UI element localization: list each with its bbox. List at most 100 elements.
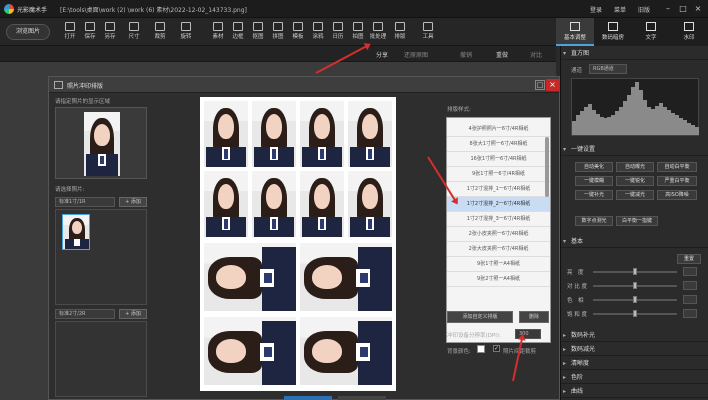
channel-select[interactable]: RGB通道 bbox=[589, 64, 627, 74]
right-tab-bar: 基本调整 数码暗房 文字 水印 bbox=[556, 18, 708, 46]
tool-batch[interactable]: 批处理 bbox=[366, 20, 390, 44]
layout-item[interactable]: 1寸2寸混排_1一6寸/4R相纸 bbox=[447, 182, 550, 197]
slider-value-input[interactable] bbox=[683, 309, 697, 318]
close-icon[interactable]: × bbox=[692, 3, 704, 14]
two-inch-photo bbox=[300, 243, 392, 311]
reduce-light-button[interactable]: 一键减光 bbox=[616, 190, 654, 200]
spot-metering-button[interactable]: 数字点测光 bbox=[575, 216, 613, 226]
tab-text[interactable]: 文字 bbox=[632, 18, 670, 46]
dialog-cancel-button[interactable] bbox=[338, 396, 386, 400]
auto-beautify-button[interactable]: 自动美化 bbox=[575, 162, 613, 172]
thumbnail[interactable] bbox=[62, 214, 90, 250]
print-sheet-preview bbox=[200, 97, 396, 391]
file-path: [E:\tools\桌面\work (2) \work (6) 素材\2022-… bbox=[60, 7, 247, 14]
tool-layout[interactable]: 排版 bbox=[388, 20, 412, 44]
layout-item[interactable]: 9张1寸照一6寸/4R相纸 bbox=[447, 167, 550, 182]
slider-value-input[interactable] bbox=[683, 295, 697, 304]
channel-label: 通道 bbox=[571, 68, 583, 74]
delete-layout-button[interactable]: 删除 bbox=[519, 311, 549, 323]
menu-button[interactable]: 菜单 bbox=[614, 5, 626, 14]
layout-style-list: 4张护照照片一6寸/4R相纸 8张大1寸照一6寸/4R相纸 16张1寸照一6寸/4R… bbox=[446, 117, 551, 343]
slider-value-input[interactable] bbox=[683, 267, 697, 276]
old-version-button[interactable]: 旧版 bbox=[638, 5, 650, 14]
adjust-panel: ▾ 直方图 通道 RGB通道 ▾ 一键设置 自动美化 自动曝光 自动白平衡 一键模糊… bbox=[560, 46, 708, 400]
collapsed-section[interactable]: ▸ 清晰度 bbox=[561, 358, 708, 370]
collapsed-section[interactable]: ▸ 数码补光 bbox=[561, 330, 708, 342]
add-custom-layout-button[interactable]: 添加自定义排版 bbox=[447, 311, 513, 323]
tool-tools[interactable]: 工具 bbox=[416, 20, 440, 44]
layout-item[interactable]: 8张大1寸照一6寸/4R相纸 bbox=[447, 137, 550, 152]
size-2-select[interactable]: 标准2寸/2R bbox=[55, 309, 115, 319]
login-button[interactable]: 登录 bbox=[590, 5, 602, 14]
list-scrollbar[interactable] bbox=[545, 137, 549, 197]
tool-rotate[interactable]: 旋转 bbox=[174, 20, 198, 44]
app-title: 光影魔术手 bbox=[17, 7, 48, 14]
tool-size[interactable]: 尺寸 bbox=[122, 20, 146, 44]
dialog-ok-button[interactable] bbox=[284, 396, 332, 400]
layout-item[interactable]: 9张1寸照一A4相纸 bbox=[447, 257, 550, 272]
oneclick-section[interactable]: ▾ 一键设置 bbox=[561, 144, 708, 156]
histogram-bar bbox=[694, 127, 699, 135]
tab-basic-adjust[interactable]: 基本调整 bbox=[556, 18, 594, 46]
layout-item[interactable]: 2张大皮夹照一6寸/4R相纸 bbox=[447, 242, 550, 257]
one-inch-photo bbox=[204, 171, 248, 237]
share-button[interactable]: 分享 bbox=[376, 50, 388, 59]
histogram-chart bbox=[571, 78, 699, 136]
material-icon bbox=[213, 22, 223, 31]
slider-knob[interactable] bbox=[633, 310, 637, 317]
dialog-minimize-icon[interactable]: □ bbox=[535, 80, 545, 90]
layout-icon bbox=[395, 22, 405, 31]
tab-digital-darkroom[interactable]: 数码暗房 bbox=[594, 18, 632, 46]
undo-button[interactable]: 撤销 bbox=[460, 50, 472, 59]
maximize-icon[interactable]: □ bbox=[677, 3, 689, 14]
browse-images-button[interactable]: 浏览图片 bbox=[6, 24, 50, 40]
tool-save-as[interactable]: 另存 bbox=[98, 20, 122, 44]
layout-item[interactable]: 2张小皮夹照一6寸/4R相纸 bbox=[447, 227, 550, 242]
layout-style-label: 排版样式: bbox=[447, 107, 471, 113]
collapsed-section[interactable]: ▸ 色阶 bbox=[561, 372, 708, 384]
restore-button[interactable]: 还原原图 bbox=[404, 50, 428, 59]
basic-section[interactable]: ▾ 基本 bbox=[561, 236, 708, 248]
reset-button[interactable]: 重置 bbox=[677, 254, 701, 264]
crop-preview[interactable] bbox=[55, 107, 147, 179]
compare-button[interactable]: 对比 bbox=[530, 50, 542, 59]
chevron-right-icon: ▸ bbox=[563, 374, 567, 381]
layout-item[interactable]: 16张1寸照一6寸/4R相纸 bbox=[447, 152, 550, 167]
cut-checkbox[interactable]: ✓ bbox=[493, 345, 500, 352]
dialog-title: 照片冲印排版 bbox=[67, 83, 104, 90]
auto-white-balance-button[interactable]: 自动白平衡 bbox=[657, 162, 697, 172]
one-sharpen-button[interactable]: 一键锐化 bbox=[616, 176, 654, 186]
app-logo-icon bbox=[4, 4, 14, 14]
minimize-icon[interactable]: – bbox=[662, 3, 674, 14]
iso-denoise-button[interactable]: 高ISO降噪 bbox=[657, 190, 697, 200]
add-2-button[interactable]: + 添加 bbox=[119, 309, 147, 319]
add-1-button[interactable]: + 添加 bbox=[119, 197, 147, 207]
slider-knob[interactable] bbox=[633, 268, 637, 275]
collapsed-section[interactable]: ▸ 数码减光 bbox=[561, 344, 708, 356]
tool-crop[interactable]: 裁剪 bbox=[148, 20, 172, 44]
redo-button[interactable]: 重做 bbox=[496, 50, 508, 59]
size-1-select[interactable]: 标准1寸/1R bbox=[55, 197, 115, 207]
chevron-down-icon: ▾ bbox=[563, 50, 567, 57]
fill-light-button[interactable]: 一键补光 bbox=[575, 190, 613, 200]
slider-knob[interactable] bbox=[633, 282, 637, 289]
collapsed-section[interactable]: ▸ 曲线 bbox=[561, 386, 708, 398]
one-blur-button[interactable]: 一键模糊 bbox=[575, 176, 613, 186]
layout-item[interactable]: 9张2寸照一A4相纸 bbox=[447, 272, 550, 287]
tab-watermark[interactable]: 水印 bbox=[670, 18, 708, 46]
histogram-section[interactable]: ▾ 直方图 bbox=[561, 48, 708, 60]
slider-value-input[interactable] bbox=[683, 281, 697, 290]
severe-white-balance-button[interactable]: 严重白平衡 bbox=[657, 176, 697, 186]
collage-icon bbox=[273, 22, 283, 31]
one-click-white-balance-button[interactable]: 白平衡一指键 bbox=[616, 216, 658, 226]
calendar-icon bbox=[333, 22, 343, 31]
layout-item[interactable]: 1寸2寸混排_3一6寸/4R相纸 bbox=[447, 212, 550, 227]
background-color-swatch[interactable] bbox=[477, 345, 485, 353]
slider-knob[interactable] bbox=[633, 296, 637, 303]
print-icon bbox=[54, 81, 63, 89]
dialog-close-icon[interactable]: × bbox=[546, 79, 559, 91]
layout-item[interactable]: 1寸2寸混排_2一6寸/4R相纸 bbox=[447, 197, 550, 212]
layout-item[interactable]: 4张护照照片一6寸/4R相纸 bbox=[447, 122, 550, 137]
auto-exposure-button[interactable]: 自动曝光 bbox=[616, 162, 654, 172]
slider-label: 色 相 bbox=[567, 298, 584, 304]
